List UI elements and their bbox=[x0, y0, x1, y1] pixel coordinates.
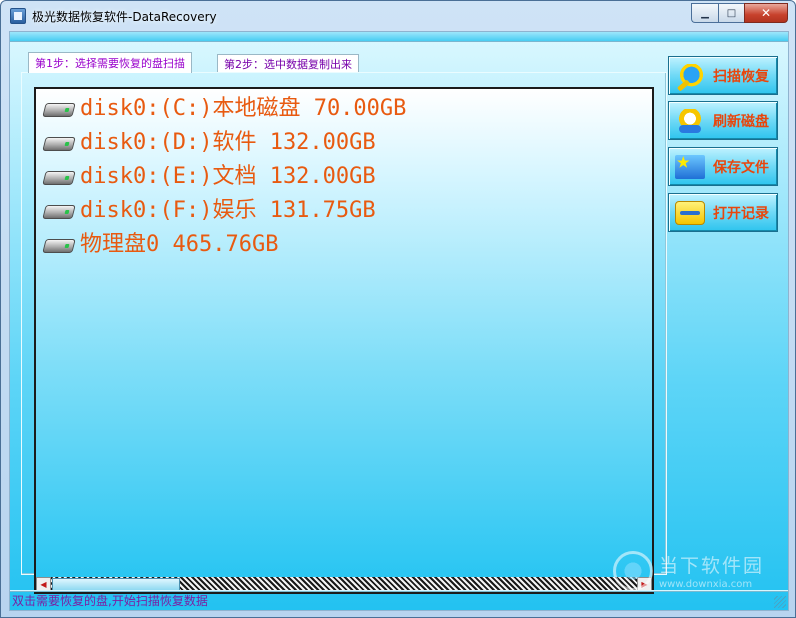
open-record-icon bbox=[675, 200, 705, 225]
disk-item-label: disk0:(D:)软件 132.00GB bbox=[80, 130, 376, 155]
app-icon bbox=[10, 8, 26, 24]
scan-recover-label: 扫描恢复 bbox=[713, 68, 769, 85]
save-file-button[interactable]: 保存文件 bbox=[668, 147, 778, 186]
disk-item-label: disk0:(F:)娱乐 131.75GB bbox=[80, 198, 376, 223]
disk-item-label: disk0:(E:)文档 132.00GB bbox=[80, 164, 376, 189]
disk-item-e[interactable]: disk0:(E:)文档 132.00GB bbox=[42, 159, 376, 189]
status-bar: 双击需要恢复的盘,开始扫描恢复数据 bbox=[10, 590, 788, 610]
maximize-button[interactable]: □ bbox=[718, 3, 744, 23]
refresh-disk-label: 刷新磁盘 bbox=[713, 113, 769, 130]
hard-disk-icon bbox=[42, 239, 76, 253]
refresh-disk-button[interactable]: 刷新磁盘 bbox=[668, 101, 778, 140]
open-record-label: 打开记录 bbox=[713, 205, 769, 222]
disk-item-label: 物理盘0 465.76GB bbox=[80, 232, 279, 257]
open-record-button[interactable]: 打开记录 bbox=[668, 193, 778, 232]
hard-disk-icon bbox=[42, 137, 76, 151]
top-strip bbox=[10, 32, 788, 42]
hard-disk-icon bbox=[42, 205, 76, 219]
disk-item-d[interactable]: disk0:(D:)软件 132.00GB bbox=[42, 125, 376, 155]
window-title: 极光数据恢复软件-DataRecovery bbox=[32, 10, 217, 24]
disk-list[interactable]: disk0:(C:)本地磁盘 70.00GB disk0:(D:)软件 132.… bbox=[34, 87, 654, 594]
title-bar[interactable]: 极光数据恢复软件-DataRecovery ▁ □ ✕ bbox=[2, 2, 794, 30]
save-file-icon bbox=[675, 154, 705, 179]
save-file-label: 保存文件 bbox=[713, 159, 769, 176]
window-controls: ▁ □ ✕ bbox=[691, 3, 788, 23]
hard-disk-icon bbox=[42, 103, 76, 117]
minimize-button[interactable]: ▁ bbox=[691, 3, 718, 23]
disk-item-physical0[interactable]: 物理盘0 465.76GB bbox=[42, 227, 279, 257]
disk-item-c[interactable]: disk0:(C:)本地磁盘 70.00GB bbox=[42, 91, 407, 121]
magnifier-icon bbox=[675, 63, 705, 88]
hard-disk-icon bbox=[42, 171, 76, 185]
client-area: 第1步：选择需要恢复的盘扫描 第2步：选中数据复制出来 disk0:(C:)本地… bbox=[9, 31, 789, 611]
app-window: 极光数据恢复软件-DataRecovery ▁ □ ✕ 第1步：选择需要恢复的盘… bbox=[0, 0, 796, 618]
disk-item-label: disk0:(C:)本地磁盘 70.00GB bbox=[80, 96, 407, 121]
resize-grip-icon[interactable] bbox=[774, 596, 786, 608]
refresh-disk-icon bbox=[675, 108, 705, 133]
disk-item-f[interactable]: disk0:(F:)娱乐 131.75GB bbox=[42, 193, 376, 223]
status-text: 双击需要恢复的盘,开始扫描恢复数据 bbox=[12, 594, 208, 608]
tab-step1[interactable]: 第1步：选择需要恢复的盘扫描 bbox=[28, 52, 192, 73]
scan-recover-button[interactable]: 扫描恢复 bbox=[668, 56, 778, 95]
tab-step2[interactable]: 第2步：选中数据复制出来 bbox=[217, 54, 359, 72]
close-button[interactable]: ✕ bbox=[744, 3, 788, 23]
